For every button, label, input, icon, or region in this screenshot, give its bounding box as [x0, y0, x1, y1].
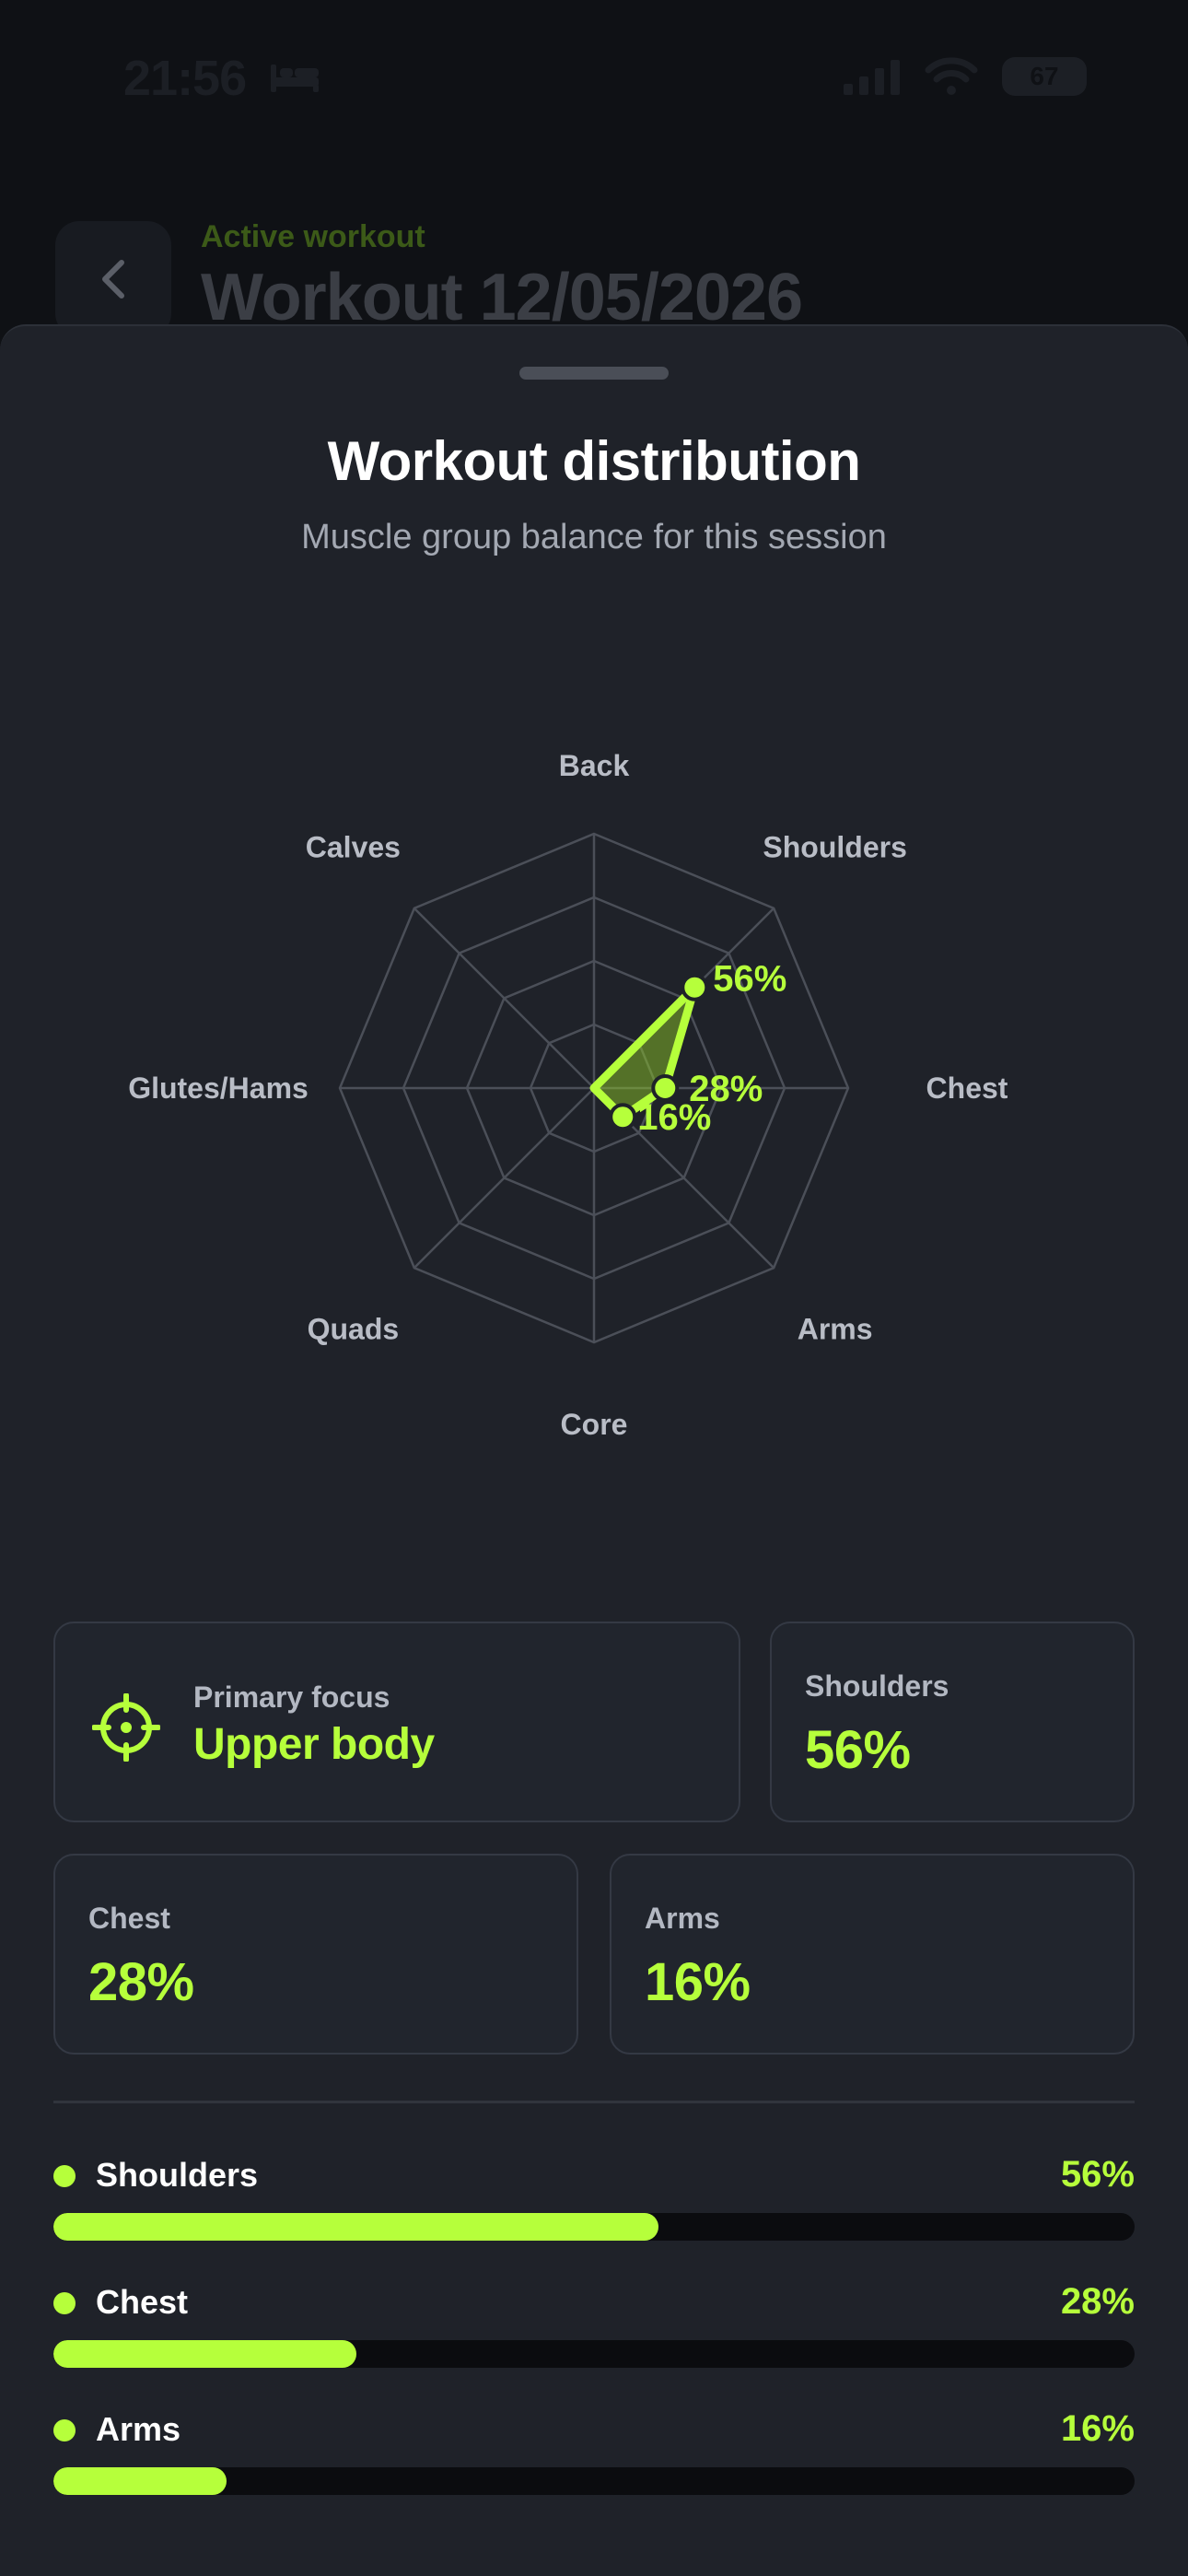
shoulders-stat-label: Shoulders [805, 1669, 949, 1703]
bed-icon [271, 64, 319, 92]
chest-stat-value: 28% [88, 1952, 194, 2012]
bar-row-shoulders: Shoulders 56% [53, 2147, 1135, 2257]
shoulders-stat-card: Shoulders 56% [770, 1622, 1135, 1822]
bar-value: 28% [1060, 2281, 1135, 2322]
radar-point [681, 973, 709, 1001]
primary-focus-label: Primary focus [193, 1680, 390, 1714]
sheet-title: Workout distribution [327, 430, 861, 492]
status-time: 21:56 [123, 51, 247, 106]
bar-dot [53, 2419, 76, 2441]
bar-dot [53, 2165, 76, 2187]
sheet-grabber[interactable] [519, 367, 669, 380]
radar-point [609, 1103, 637, 1131]
radar-axis-label: Chest [926, 1071, 1008, 1105]
bar-track [53, 2340, 1135, 2368]
bar-row-arms: Arms 16% [53, 2401, 1135, 2512]
bar-track [53, 2467, 1135, 2495]
bar-label: Arms [96, 2410, 181, 2448]
shoulders-stat-value: 56% [805, 1720, 911, 1780]
arms-stat-value: 16% [645, 1952, 751, 2012]
radar-point [651, 1074, 680, 1102]
workout-kicker: Active workout [201, 219, 425, 254]
battery-indicator: 67 [1002, 57, 1087, 96]
workout-distribution-screen: 21:56 67 Active workout Workout 12/05/20… [0, 0, 1188, 2576]
arms-stat-card: Arms 16% [610, 1854, 1135, 2055]
bar-fill [53, 2340, 356, 2368]
chest-stat-card: Chest 28% [53, 1854, 578, 2055]
bar-label: Chest [96, 2283, 189, 2321]
radar-axis-label: Quads [308, 1313, 400, 1346]
distribution-sheet: Workout distribution Muscle group balanc… [0, 324, 1188, 2576]
bar-dot [53, 2292, 76, 2314]
primary-focus-value: Upper body [193, 1720, 435, 1769]
arms-stat-label: Arms [645, 1902, 720, 1935]
radar-axis-label: Calves [306, 830, 401, 863]
bar-row-chest: Chest 28% [53, 2274, 1135, 2384]
bar-track [53, 2213, 1135, 2241]
bar-value: 56% [1060, 2154, 1135, 2195]
bar-fill [53, 2467, 227, 2495]
chest-stat-label: Chest [88, 1902, 170, 1935]
bar-value: 16% [1060, 2408, 1135, 2449]
radar-axis-label: Back [559, 749, 630, 782]
radar-axis-label: Glutes/Hams [128, 1071, 309, 1105]
crosshair-icon [92, 1693, 160, 1762]
sheet-subtitle: Muscle group balance for this session [301, 518, 887, 556]
status-indicators: 67 [844, 57, 1087, 96]
wifi-icon [925, 57, 978, 95]
back-button[interactable] [55, 221, 171, 337]
bar-fill [53, 2213, 659, 2241]
radar-value-label: 56% [713, 959, 786, 1000]
radar-value-label: 16% [637, 1097, 711, 1138]
radar-axis-label: Core [561, 1408, 628, 1441]
radar-axis-label: Arms [798, 1313, 873, 1346]
status-bar: 21:56 67 [0, 0, 1188, 157]
chevron-left-icon [102, 260, 124, 299]
bar-label: Shoulders [96, 2156, 259, 2194]
signal-icon [844, 60, 900, 95]
radar-axis-label: Shoulders [763, 830, 906, 863]
primary-focus-card: Primary focus Upper body [53, 1622, 740, 1822]
section-divider [53, 2101, 1135, 2103]
